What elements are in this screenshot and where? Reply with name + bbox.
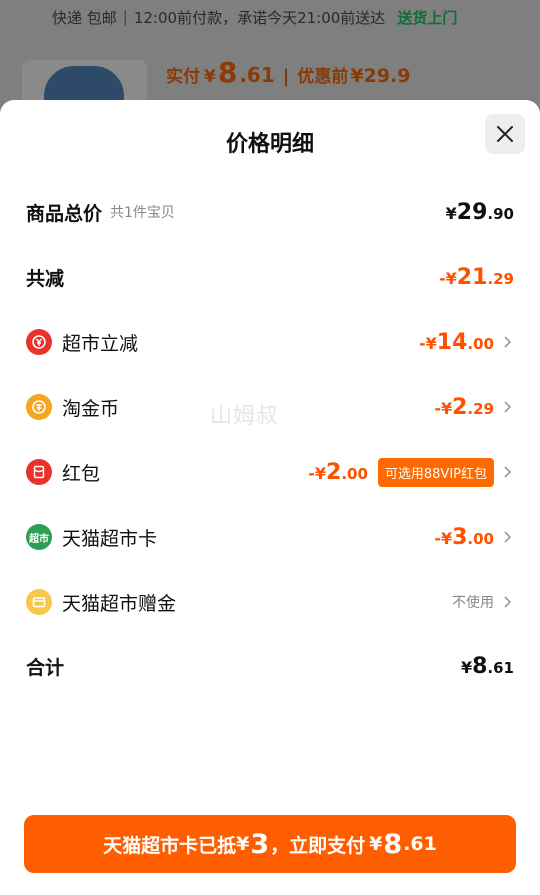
pay-text-2: ，立即支付	[270, 834, 366, 857]
gold-coin-icon	[26, 394, 52, 420]
divider: |	[282, 66, 290, 87]
item-amount: -¥ 3.00	[434, 524, 494, 550]
discount-row-bonus[interactable]: 天猫超市赠金 不使用	[26, 582, 514, 622]
paid-dec: .61	[239, 63, 275, 87]
paid-int: 8	[217, 56, 238, 89]
discount-row-tmall-card[interactable]: 超市 天猫超市卡 -¥ 3.00	[26, 517, 514, 557]
delivery-info: 快递 包邮 | 12:00前付款，承诺今天21:00前送达 送货上门	[0, 0, 540, 34]
reduced-row: 共减 -¥ 21.29	[26, 257, 514, 297]
currency-symbol: ¥	[204, 67, 216, 87]
chevron-right-icon	[504, 466, 512, 478]
before-label: 优惠前	[297, 67, 349, 87]
reduced-label: 共减	[26, 267, 65, 290]
discount-row-red-packet[interactable]: 红包 -¥ 2.00 可选用88VIP红包	[26, 452, 514, 492]
chevron-right-icon	[504, 596, 512, 608]
yuan-coin-icon	[26, 329, 52, 355]
paid-price: 实付 ¥ 8 .61 | 优惠前 ¥29.9	[166, 56, 410, 89]
supermarket-card-icon: 超市	[26, 524, 52, 550]
close-button[interactable]	[485, 114, 525, 154]
item-label: 淘金币	[62, 397, 120, 420]
vip-red-packet-badge[interactable]: 可选用88VIP红包	[377, 457, 494, 487]
item-label: 天猫超市赠金	[62, 592, 177, 615]
background-page: 快递 包邮 | 12:00前付款，承诺今天21:00前送达 送货上门 实付 ¥ …	[0, 0, 540, 112]
sum-label: 合计	[26, 656, 65, 679]
paid-label: 实付	[166, 67, 200, 87]
red-packet-icon	[26, 459, 52, 485]
reduced-amount: -¥ 21.29	[439, 264, 514, 290]
total-label: 商品总价	[26, 202, 103, 225]
item-amount: -¥ 2.00	[308, 459, 368, 485]
divider: |	[122, 8, 128, 26]
price-detail-sheet: 价格明细 商品总价 共1件宝贝 ¥29.90 共减 -¥ 21.29 超市立减 -…	[0, 100, 540, 895]
pay-currency-2: ¥	[369, 833, 383, 855]
pay-amount-dec: .61	[403, 833, 437, 855]
pay-amount-int: 8	[383, 828, 403, 860]
pay-text-1: 天猫超市卡已抵	[103, 834, 237, 857]
sheet-title: 价格明细	[225, 132, 314, 157]
item-label: 红包	[62, 462, 101, 485]
close-icon	[497, 126, 513, 142]
item-amount: -¥ 2.29	[434, 394, 494, 420]
delivery-text: 快递 包邮	[52, 8, 117, 27]
gift-card-icon	[26, 589, 52, 615]
delivery-promise: 12:00前付款，承诺今天21:00前送达	[133, 8, 386, 27]
bonus-status: 不使用	[452, 595, 494, 611]
sum-amount: ¥8.61	[460, 653, 514, 679]
before-price: ¥29.9	[350, 65, 411, 87]
sum-row: 合计 ¥8.61	[26, 646, 514, 686]
item-label: 天猫超市卡	[62, 527, 158, 550]
total-count: 共1件宝贝	[110, 205, 175, 221]
total-row: 商品总价 共1件宝贝 ¥29.90	[26, 192, 514, 232]
chevron-right-icon	[504, 401, 512, 413]
discount-row-supermarket[interactable]: 超市立减 -¥ 14.00	[26, 322, 514, 362]
chevron-right-icon	[504, 336, 512, 348]
total-amount: ¥29.90	[445, 199, 514, 225]
item-label: 超市立减	[62, 332, 139, 355]
watermark: 山姆叔	[210, 404, 280, 429]
pay-button[interactable]: 天猫超市卡已抵 ¥ 3 ，立即支付 ¥ 8 .61	[24, 815, 516, 873]
pay-card-amount: 3	[250, 828, 270, 860]
pay-currency-1: ¥	[236, 833, 250, 855]
home-delivery-tag: 送货上门	[397, 8, 458, 27]
chevron-right-icon	[504, 531, 512, 543]
item-amount: -¥ 14.00	[419, 329, 494, 355]
